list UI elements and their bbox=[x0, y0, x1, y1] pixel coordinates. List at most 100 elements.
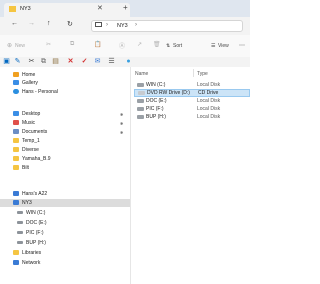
drive-icon bbox=[137, 107, 144, 111]
drive-icon bbox=[17, 231, 23, 235]
drive-icon bbox=[137, 99, 144, 103]
nav-item-label: Gallery bbox=[22, 80, 38, 86]
network-icon bbox=[13, 260, 19, 266]
more-options-icon[interactable]: ⋯ bbox=[239, 42, 245, 49]
nav-item-label: Temp_1 bbox=[22, 138, 40, 144]
pin-icon: ✱ bbox=[120, 112, 124, 117]
drive-icon bbox=[137, 115, 144, 119]
cut-icon[interactable]: ✂ bbox=[46, 41, 51, 48]
nav-item-hans-a22[interactable]: Hans's A22 bbox=[13, 190, 47, 198]
refresh-button[interactable]: ↻ bbox=[67, 20, 73, 28]
chevron-right-icon[interactable]: › bbox=[106, 22, 108, 28]
confirm-tool-icon[interactable]: ✓ bbox=[80, 57, 89, 66]
mail-tool-icon[interactable]: ✉ bbox=[93, 57, 102, 66]
nav-item-hans-personal[interactable]: Hans - Personal bbox=[13, 88, 58, 96]
new-tab-button[interactable]: + bbox=[123, 3, 128, 12]
nav-item-pic-f[interactable]: PIC (F:) bbox=[17, 229, 44, 237]
nav-item-label: NY3 bbox=[22, 200, 32, 206]
delete-icon[interactable]: 🗑 bbox=[153, 41, 161, 48]
nav-item-label: Desktop bbox=[22, 111, 41, 117]
nav-item-diverse[interactable]: Diverse bbox=[13, 146, 39, 154]
window-icon[interactable]: ▣ bbox=[2, 57, 11, 66]
nav-item-label: Documents bbox=[22, 129, 48, 135]
cut-tool-icon[interactable]: ✂ bbox=[27, 57, 36, 66]
folder-icon bbox=[13, 165, 19, 171]
nav-item-label: Libraries bbox=[22, 250, 42, 256]
folder-icon bbox=[13, 156, 19, 162]
nav-item-label: PIC (F:) bbox=[26, 230, 44, 236]
share-icon[interactable]: ↗ bbox=[137, 41, 142, 48]
nav-item-label: Hans - Personal bbox=[22, 89, 58, 95]
drive-icon bbox=[17, 221, 23, 225]
home-icon bbox=[13, 72, 19, 78]
nav-item-documents[interactable]: Documents bbox=[13, 128, 47, 136]
gallery-icon bbox=[13, 80, 19, 86]
forward-button[interactable]: → bbox=[28, 20, 35, 27]
new-button[interactable]: New bbox=[15, 43, 25, 49]
nav-item-bilt[interactable]: Bilt bbox=[13, 164, 29, 172]
globe-tool-icon[interactable]: ● bbox=[124, 57, 133, 66]
nav-item-label: WIN (C:) bbox=[26, 210, 46, 216]
paste-icon[interactable]: 📋 bbox=[94, 41, 101, 48]
nav-item-yamaha[interactable]: Yamaha_B.9 bbox=[13, 155, 51, 163]
nav-item-win-c[interactable]: WIN (C:) bbox=[17, 209, 45, 217]
column-separator[interactable] bbox=[193, 69, 194, 77]
documents-icon bbox=[13, 129, 19, 135]
view-button[interactable]: View bbox=[218, 43, 229, 49]
pin-icon: ✱ bbox=[120, 121, 124, 126]
list-item[interactable]: BUP (H:) Local Disk bbox=[134, 113, 250, 121]
sort-icon: ⇅ bbox=[166, 43, 171, 49]
dvd-drive-icon bbox=[138, 91, 145, 95]
folder-icon bbox=[13, 138, 19, 144]
music-icon bbox=[13, 120, 19, 126]
nav-item-libraries[interactable]: Libraries bbox=[13, 249, 41, 257]
breadcrumb-ny3[interactable]: NY3 bbox=[117, 23, 128, 29]
drive-icon bbox=[137, 83, 144, 87]
nav-item-gallery[interactable]: Gallery bbox=[13, 79, 38, 87]
back-button[interactable]: ← bbox=[11, 20, 18, 27]
nav-item-label: Bilt bbox=[22, 165, 29, 171]
nav-item-label: DOC (E:) bbox=[26, 220, 47, 226]
copy-tool-icon[interactable]: ⧉ bbox=[39, 57, 48, 66]
nav-item-music[interactable]: Music bbox=[13, 119, 35, 127]
list-item[interactable]: DVD RW Drive (D:) CD Drive bbox=[134, 89, 250, 97]
column-header-name[interactable]: Name bbox=[135, 71, 148, 77]
nav-item-label: Hans's A22 bbox=[22, 191, 48, 197]
chevron-right-icon[interactable]: › bbox=[135, 22, 137, 28]
libraries-icon bbox=[13, 250, 19, 256]
delete-tool-icon[interactable]: ✕ bbox=[66, 57, 75, 66]
list-item[interactable]: DOC (E:) Local Disk bbox=[134, 97, 250, 105]
pane-divider[interactable] bbox=[130, 67, 131, 284]
up-button[interactable]: ↑ bbox=[47, 20, 51, 27]
address-bar[interactable] bbox=[91, 20, 243, 32]
nav-item-label: Diverse bbox=[22, 147, 39, 153]
nav-item-doc-e[interactable]: DOC (E:) bbox=[17, 219, 47, 227]
nav-item-label: Network bbox=[22, 260, 41, 266]
list-item[interactable]: PIC (F:) Local Disk bbox=[134, 105, 250, 113]
view-icon: ☰ bbox=[211, 43, 216, 49]
edit-icon[interactable]: ✎ bbox=[13, 57, 22, 66]
new-icon: ⊕ bbox=[7, 43, 13, 49]
desktop-icon bbox=[13, 111, 19, 117]
pin-icon: ✱ bbox=[120, 130, 124, 135]
nav-item-bup-h[interactable]: BUP (H:) bbox=[17, 239, 46, 247]
nav-item-network[interactable]: Network bbox=[13, 259, 40, 267]
nav-item-ny3[interactable]: NY3 bbox=[13, 199, 32, 207]
rename-icon[interactable]: Ⓐ bbox=[119, 41, 125, 50]
cloud-icon bbox=[13, 89, 19, 95]
tab-title: NY3 bbox=[20, 6, 31, 12]
list-item[interactable]: WIN (C:) Local Disk bbox=[134, 81, 250, 89]
column-header-type[interactable]: Type bbox=[197, 71, 208, 77]
nav-item-label: Music bbox=[22, 120, 36, 126]
close-tab-button[interactable]: ✕ bbox=[97, 4, 103, 12]
nav-item-desktop[interactable]: Desktop bbox=[13, 110, 40, 118]
sort-button[interactable]: Sort bbox=[173, 43, 182, 49]
paste-tool-icon[interactable]: ▤ bbox=[51, 57, 60, 66]
nav-item-label: Yamaha_B.9 bbox=[22, 156, 51, 162]
nav-item-label: BUP (H:) bbox=[26, 240, 46, 246]
copy-icon[interactable]: ⧉ bbox=[70, 41, 74, 48]
nav-item-temp1[interactable]: Temp_1 bbox=[13, 137, 40, 145]
monitor-icon bbox=[95, 22, 102, 27]
list-tool-icon[interactable]: ☰ bbox=[107, 57, 116, 66]
nav-item-home[interactable]: Home bbox=[13, 71, 35, 79]
